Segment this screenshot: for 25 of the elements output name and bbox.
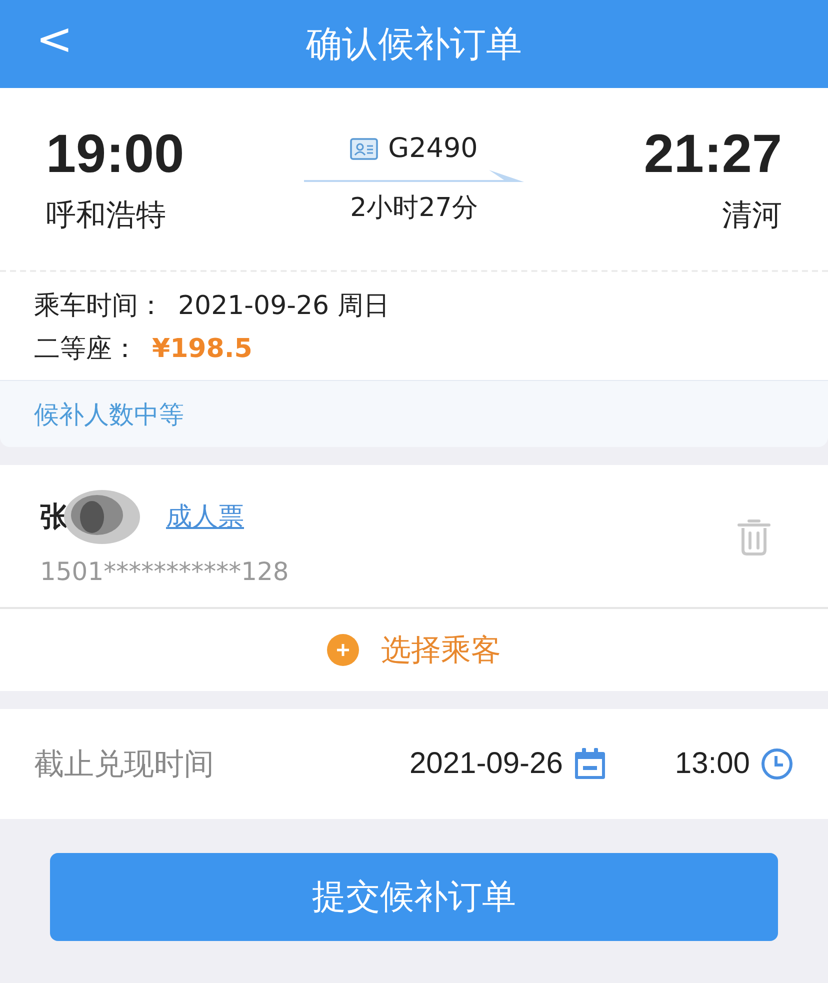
arrival-station: 清河 bbox=[722, 196, 782, 234]
ticket-price: ¥198.5 bbox=[152, 334, 252, 364]
page-title: 确认候补订单 bbox=[306, 22, 522, 66]
date-picker[interactable]: 2021-09-26 bbox=[409, 747, 607, 781]
plus-icon bbox=[327, 634, 359, 666]
passenger-name: 张 bbox=[40, 498, 68, 534]
departure-station: 呼和浩特 bbox=[46, 196, 167, 234]
arrival-time: 21:27 bbox=[644, 122, 782, 184]
info-label: 乘车时间： bbox=[34, 290, 164, 323]
submit-button[interactable]: 提交候补订单 bbox=[50, 853, 778, 941]
info-value: 2021-09-26 周日 bbox=[178, 290, 390, 323]
time-picker[interactable]: 13:00 bbox=[674, 747, 794, 781]
info-label: 二等座： bbox=[34, 333, 138, 366]
deadline-label: 截止兑现时间 bbox=[34, 746, 215, 784]
trip-duration: 2小时27分 bbox=[350, 192, 478, 225]
ticket-type-link[interactable]: 成人票 bbox=[166, 499, 244, 534]
departure-time: 19:00 bbox=[46, 122, 184, 184]
waitlist-hint: 候补人数中等 bbox=[34, 398, 184, 430]
back-button[interactable]: < bbox=[30, 14, 79, 65]
calendar-icon bbox=[572, 747, 607, 781]
clock-icon bbox=[760, 747, 794, 781]
train-number: G2490 bbox=[388, 133, 478, 164]
add-passenger-button[interactable]: 选择乘客 bbox=[0, 609, 828, 691]
id-card-icon bbox=[350, 138, 378, 160]
id-number: 1501***********128 bbox=[40, 556, 289, 586]
